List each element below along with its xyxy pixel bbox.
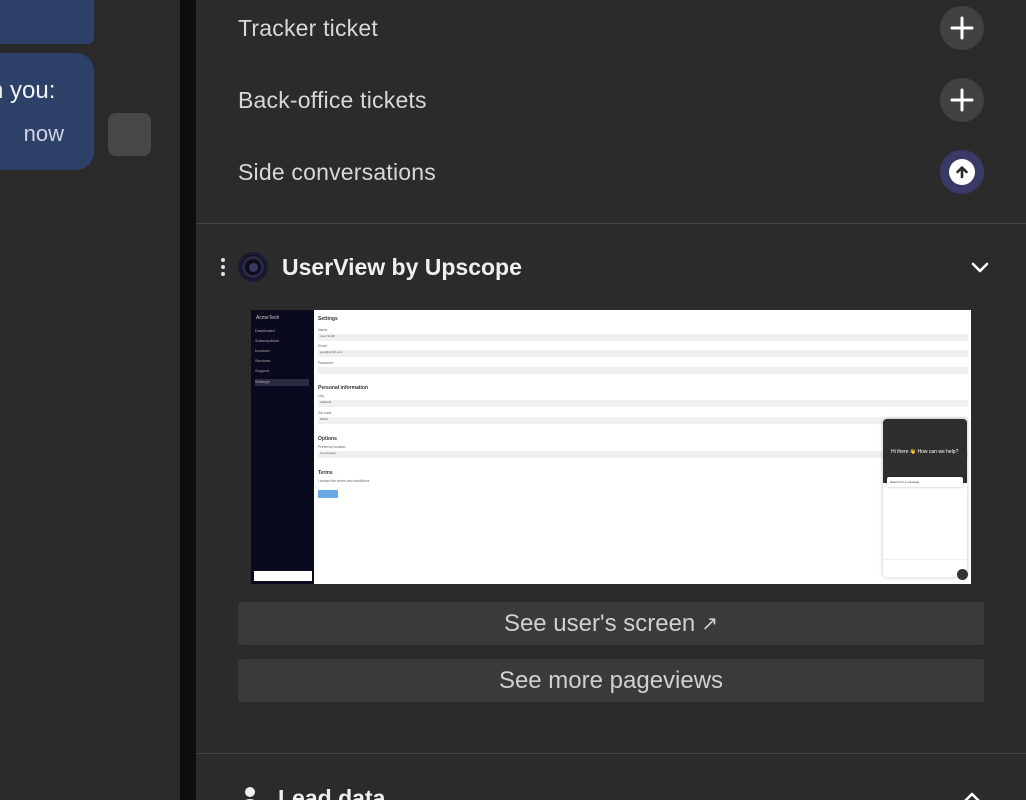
thumbnail-page-title: Settings: [318, 316, 338, 322]
upload-icon: [949, 159, 975, 185]
plus-icon: [950, 88, 974, 112]
message-timestamp: now: [23, 121, 64, 146]
thumbnail-field-label: Zip code: [318, 411, 332, 415]
upscope-logo: [238, 252, 268, 282]
thumbnail-section-title: Options: [318, 436, 337, 442]
thumbnail-nav-item: Settings: [255, 379, 309, 386]
add-back-office-ticket-button[interactable]: [940, 78, 984, 122]
tracker-ticket-label: Tracker ticket: [238, 14, 378, 41]
thumbnail-field: Los Angeles: [318, 451, 968, 458]
thumbnail-field: Joan Smith: [318, 334, 968, 341]
side-conversations-row: Side conversations: [238, 142, 984, 202]
thumbnail-field: 94611: [318, 417, 968, 424]
thumbnail-sidebar-footer: [254, 571, 312, 581]
message-bubble: [0, 53, 94, 170]
thumbnail-field-label: Email: [318, 344, 327, 348]
thumbnail-terms-text: I accept the terms and conditions: [318, 479, 370, 483]
lead-data-title: Lead data: [278, 784, 386, 800]
thumbnail-chat-widget: Hi there 👋 How can we help? Search for a…: [883, 419, 967, 577]
thumbnail-widget-tabs: [883, 559, 967, 577]
thumbnail-nav-item: Support: [255, 368, 270, 373]
start-side-conversation-button[interactable]: [940, 150, 984, 194]
see-more-pageviews-button[interactable]: See more pageviews: [238, 659, 984, 702]
thumbnail-main: Settings Name Joan Smith Email joan@smit…: [314, 310, 971, 584]
userview-section-header[interactable]: UserView by Upscope: [216, 245, 992, 289]
thumbnail-save-button: [318, 490, 338, 498]
thumbnail-field: joan@smith.com: [318, 350, 968, 357]
tracker-ticket-row: Tracker ticket: [238, 0, 984, 58]
thumbnail-field-label: Password: [318, 361, 334, 365]
thumbnail-sidebar: AcmeTech Dashboard Subscriptions Invoice…: [251, 310, 314, 584]
thumbnail-nav-item: Invoices: [255, 348, 270, 353]
thumbnail-nav-item: Subscriptions: [255, 338, 280, 343]
external-link-icon: ↗: [701, 613, 719, 635]
chevron-up-icon[interactable]: [960, 786, 984, 800]
section-divider: [196, 223, 1026, 224]
see-users-screen-button[interactable]: See user's screen ↗: [238, 602, 984, 645]
drag-handle-icon[interactable]: [216, 258, 230, 276]
thumbnail-section-title: Personal information: [318, 385, 369, 391]
back-office-tickets-label: Back-office tickets: [238, 86, 427, 113]
add-tracker-ticket-button[interactable]: [940, 6, 984, 50]
thumbnail-field-label: Name: [318, 328, 328, 332]
message-avatar: [108, 113, 151, 156]
conversation-pane: n you: now: [0, 0, 180, 800]
pane-divider[interactable]: [180, 0, 196, 800]
context-panel: Tracker ticket Back-office tickets Side …: [196, 0, 1026, 800]
section-divider: [196, 753, 1026, 754]
thumbnail-field: [318, 367, 968, 374]
thumbnail-field-label: City: [318, 394, 325, 398]
chevron-down-icon[interactable]: [968, 255, 992, 279]
thumbnail-brand: AcmeTech: [256, 315, 280, 321]
see-more-pageviews-label: See more pageviews: [498, 666, 724, 694]
person-icon: [238, 783, 262, 800]
message-text: n you:: [0, 77, 56, 104]
userview-title: UserView by Upscope: [282, 253, 522, 280]
thumbnail-field-label: Preferred location: [318, 445, 346, 449]
lead-data-section-header[interactable]: Lead data: [238, 778, 984, 800]
thumbnail-field: Oakland: [318, 400, 968, 407]
thumbnail-widget-search: Search for a message: [887, 477, 963, 487]
plus-icon: [950, 16, 974, 40]
message-bubble-previous: [0, 0, 94, 44]
thumbnail-nav-item: Services: [255, 358, 271, 363]
thumbnail-widget-greeting: Hi there 👋 How can we help?: [883, 419, 967, 483]
user-screen-thumbnail[interactable]: AcmeTech Dashboard Subscriptions Invoice…: [251, 310, 971, 584]
thumbnail-nav-item: Dashboard: [255, 328, 275, 333]
thumbnail-section-title: Terms: [318, 470, 333, 476]
thumbnail-chat-launcher: [957, 569, 968, 580]
see-users-screen-label: See user's screen: [503, 609, 696, 637]
side-conversations-label: Side conversations: [238, 158, 436, 185]
back-office-tickets-row: Back-office tickets: [238, 70, 984, 130]
